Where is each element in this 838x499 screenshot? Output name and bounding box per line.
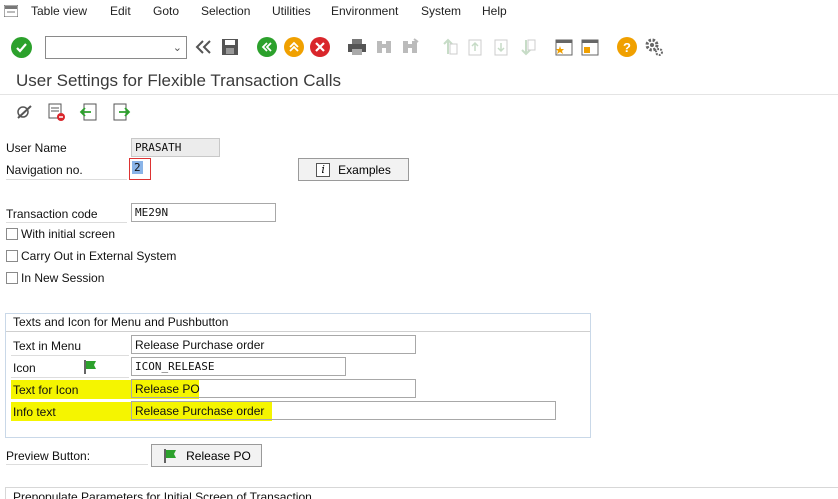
menu-edit[interactable]: Edit [110, 4, 131, 18]
info-text-label: Info text [13, 405, 56, 419]
user-name-label: User Name [6, 141, 67, 155]
back-icon[interactable] [257, 37, 277, 57]
menu-selection[interactable]: Selection [201, 4, 250, 18]
prev-page-icon[interactable] [464, 36, 486, 58]
prepopulate-parameters-group: Prepopulate Parameters for Initial Scree… [5, 487, 838, 499]
menu-system[interactable]: System [421, 4, 461, 18]
carry-out-external-label: Carry Out in External System [21, 249, 177, 263]
menu-environment[interactable]: Environment [331, 4, 398, 18]
settings-icon[interactable] [643, 36, 665, 58]
with-initial-screen-label: With initial screen [21, 227, 116, 241]
previous-entry-icon[interactable] [79, 102, 99, 122]
transaction-code-label: Transaction code [6, 207, 98, 221]
user-name-field: PRASATH [131, 138, 220, 157]
menu-bar: Table view Edit Goto Selection Utilities… [0, 0, 838, 24]
menu-utilities[interactable]: Utilities [272, 4, 311, 18]
flag-icon [82, 359, 98, 378]
carry-out-external-checkbox[interactable] [6, 250, 18, 262]
prepopulate-parameters-title: Prepopulate Parameters for Initial Scree… [13, 490, 312, 499]
save-icon[interactable] [219, 36, 241, 58]
icon-field[interactable]: ICON_RELEASE [131, 357, 346, 376]
flag-icon [164, 448, 177, 463]
group-title-divider [6, 331, 590, 332]
icon-underline [11, 377, 129, 378]
back-arrows-icon[interactable] [193, 36, 215, 58]
group-title: Texts and Icon for Menu and Pushbutton [13, 315, 229, 329]
with-initial-screen-checkbox[interactable] [6, 228, 18, 240]
text-in-menu-underline [11, 355, 129, 356]
menu-help[interactable]: Help [482, 4, 507, 18]
last-page-icon[interactable] [516, 36, 538, 58]
find-icon[interactable] [373, 36, 395, 58]
page-title: User Settings for Flexible Transaction C… [16, 71, 342, 90]
info-text-field[interactable]: Release Purchase order [131, 401, 556, 420]
text-for-icon-field[interactable]: Release PO [131, 379, 416, 398]
next-page-icon[interactable] [490, 36, 512, 58]
exit-icon[interactable] [284, 37, 304, 57]
text-in-menu-field[interactable]: Release Purchase order [131, 335, 416, 354]
first-page-icon[interactable] [438, 36, 460, 58]
command-field[interactable]: ⌄ [45, 36, 187, 59]
transaction-code-field[interactable]: ME29N [131, 203, 276, 222]
info-icon: i [316, 162, 331, 177]
menu-goto[interactable]: Goto [153, 4, 179, 18]
in-new-session-checkbox[interactable] [6, 272, 18, 284]
shortcut-icon[interactable] [579, 36, 601, 58]
navigation-no-label: Navigation no. [6, 163, 83, 177]
in-new-session-label: In New Session [21, 271, 105, 285]
preview-button-label: Preview Button: [6, 449, 91, 463]
menu-table-view[interactable]: Table view [31, 4, 87, 18]
system-menu-icon[interactable] [4, 5, 18, 17]
text-for-icon-label: Text for Icon [13, 383, 79, 397]
transaction-code-underline [6, 222, 127, 223]
find-next-icon[interactable] [399, 36, 421, 58]
print-icon[interactable] [346, 36, 368, 58]
cancel-icon[interactable] [310, 37, 330, 57]
display-change-icon[interactable] [15, 102, 35, 122]
title-divider [0, 94, 838, 95]
new-session-icon[interactable] [553, 36, 575, 58]
navigation-no-value: 2 [132, 161, 143, 174]
help-icon[interactable]: ? [617, 37, 637, 57]
chevron-down-icon[interactable]: ⌄ [173, 41, 182, 54]
text-in-menu-label: Text in Menu [13, 339, 82, 353]
delete-entry-icon[interactable] [47, 102, 67, 122]
enter-icon[interactable] [11, 37, 32, 58]
examples-label: Examples [338, 162, 391, 177]
release-po-label: Release PO [186, 448, 251, 463]
navigation-no-underline [6, 179, 127, 180]
examples-button[interactable]: i Examples [298, 158, 409, 181]
icon-label: Icon [13, 361, 36, 375]
next-entry-icon[interactable] [111, 102, 131, 122]
release-po-preview-button[interactable]: Release PO [151, 444, 262, 467]
preview-underline [6, 464, 148, 465]
navigation-no-field[interactable]: 2 [129, 158, 151, 180]
